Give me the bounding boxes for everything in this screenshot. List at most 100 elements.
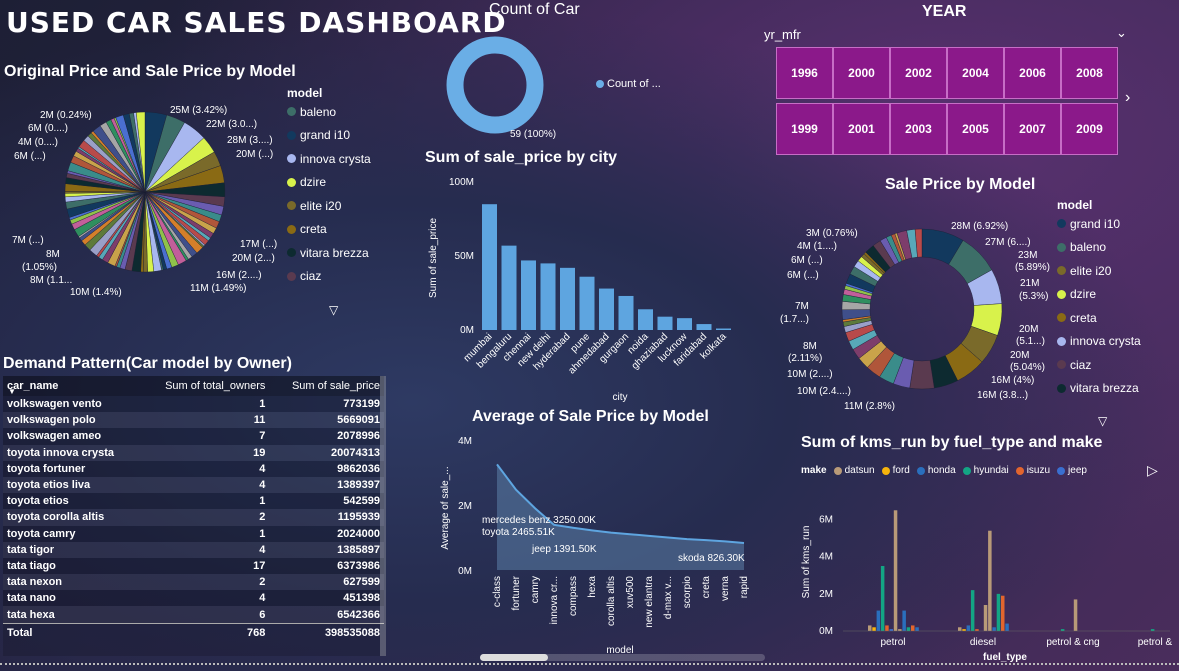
- year-button-2007[interactable]: 2007: [1004, 103, 1061, 155]
- year-button-2003[interactable]: 2003: [890, 103, 947, 155]
- bar[interactable]: [906, 627, 911, 631]
- year-button-2001[interactable]: 2001: [833, 103, 890, 155]
- table-row[interactable]: toyota fortuner 4 9862036: [3, 460, 384, 477]
- legend-item[interactable]: dzire: [287, 171, 371, 195]
- legend-item[interactable]: grand i10: [1057, 212, 1141, 236]
- bar[interactable]: [1001, 595, 1005, 631]
- kms-bar-chart[interactable]: 6M 4M 2M 0M petrol diesel petrol & cng petrol &…: [795, 482, 1175, 667]
- year-button-2009[interactable]: 2009: [1061, 103, 1118, 155]
- year-button-1999[interactable]: 1999: [776, 103, 833, 155]
- bar[interactable]: [618, 295, 634, 330]
- table-row[interactable]: toyota etios liva 4 1389397: [3, 476, 384, 494]
- bar[interactable]: [638, 309, 653, 330]
- scroll-down-icon[interactable]: ▽: [1098, 414, 1107, 428]
- col-header-owners[interactable]: Sum of total_owners: [140, 376, 269, 396]
- year-button-2004[interactable]: 2004: [947, 47, 1004, 99]
- year-button-2002[interactable]: 2002: [890, 47, 947, 99]
- donut-count-chart[interactable]: [440, 30, 550, 140]
- legend-item[interactable]: baleno: [287, 100, 371, 124]
- bar[interactable]: [599, 288, 614, 330]
- scroll-down-icon[interactable]: ▽: [329, 303, 338, 317]
- bar[interactable]: [1073, 599, 1078, 631]
- bar[interactable]: [911, 625, 915, 631]
- legend-item[interactable]: innova crysta: [287, 147, 371, 171]
- legend-item[interactable]: ford: [881, 465, 910, 476]
- table-scrollbar[interactable]: [380, 376, 386, 656]
- bar[interactable]: [958, 627, 962, 631]
- legend-item[interactable]: isuzu: [1015, 465, 1050, 476]
- year-button-2005[interactable]: 2005: [947, 103, 1004, 155]
- table-row[interactable]: toyota etios 1 542599: [3, 493, 384, 510]
- legend-item[interactable]: creta: [1057, 306, 1141, 330]
- bar[interactable]: [902, 610, 906, 631]
- bar[interactable]: [876, 610, 881, 631]
- bar[interactable]: [962, 629, 966, 631]
- bar[interactable]: [988, 530, 992, 631]
- table-row[interactable]: tata tigor 4 1385897: [3, 541, 384, 558]
- bar[interactable]: [983, 605, 988, 631]
- table-row[interactable]: toyota innova crysta 19 20074313: [3, 444, 384, 461]
- pie-orig-chart[interactable]: 2M (0.24%) 6M (0....) 4M (0....) 6M (...) 7M…: [0, 85, 290, 305]
- bar[interactable]: [560, 267, 575, 330]
- bar[interactable]: [579, 276, 595, 330]
- chevron-right-icon[interactable]: ›: [1125, 89, 1130, 107]
- year-slicer[interactable]: 1996 2000 2002 2004 2006 2008 1999 2001 2003 2005…: [776, 47, 1118, 157]
- pie-sale-chart[interactable]: 3M (0.76%) 4M (1....) 6M (...) 6M (...) 7M (1…: [760, 196, 1060, 421]
- bar[interactable]: [992, 627, 996, 631]
- legend-item[interactable]: datsun: [833, 465, 875, 476]
- legend-item[interactable]: dzire: [1057, 283, 1141, 307]
- bar[interactable]: [893, 510, 898, 631]
- table-row[interactable]: tata hexa 6 6542366: [3, 606, 384, 624]
- year-button-2000[interactable]: 2000: [833, 47, 890, 99]
- bar[interactable]: [915, 627, 919, 631]
- play-icon[interactable]: ▷: [1147, 462, 1158, 479]
- bar[interactable]: [966, 625, 971, 631]
- legend-item[interactable]: honda: [916, 465, 956, 476]
- bar[interactable]: [1060, 629, 1065, 631]
- table-row[interactable]: volkswagen polo 11 5669091: [3, 412, 384, 429]
- legend-item[interactable]: jeep: [1057, 465, 1087, 476]
- area-avg-chart[interactable]: 4M 2M 0M c-class fortuner camry innova cr... co…: [430, 428, 770, 658]
- legend-item[interactable]: grand i10: [287, 124, 371, 148]
- bar[interactable]: [1150, 629, 1155, 631]
- table-row[interactable]: volkswagen ameo 7 2078996: [3, 428, 384, 445]
- table-row[interactable]: toyota corolla altis 2 1195939: [3, 509, 384, 526]
- chevron-down-icon[interactable]: ⌄: [1116, 25, 1127, 41]
- col-header-car-name[interactable]: car_name: [3, 376, 140, 396]
- bar[interactable]: [996, 593, 1001, 631]
- year-button-1996[interactable]: 1996: [776, 47, 833, 99]
- legend-item[interactable]: baleno: [1057, 236, 1141, 260]
- year-button-2006[interactable]: 2006: [1004, 47, 1061, 99]
- legend-item[interactable]: ciaz: [287, 265, 371, 289]
- bar[interactable]: [521, 260, 536, 330]
- legend-item[interactable]: ciaz: [1057, 353, 1141, 377]
- bar[interactable]: [970, 590, 975, 631]
- col-header-sale-price[interactable]: Sum of sale_price: [269, 376, 384, 396]
- table-row[interactable]: tata nexon 2 627599: [3, 574, 384, 591]
- bar[interactable]: [657, 316, 673, 330]
- legend-item[interactable]: hyundai: [962, 465, 1009, 476]
- legend-item[interactable]: elite i20: [1057, 259, 1141, 283]
- scrollbar-thumb[interactable]: [480, 654, 548, 661]
- bar[interactable]: [898, 629, 902, 631]
- table-row[interactable]: tata tiago 17 6373986: [3, 557, 384, 575]
- city-bar-chart[interactable]: 100M50M0Mmumbaibengaluruchennainew delhi…: [420, 170, 760, 405]
- legend-item[interactable]: creta: [287, 218, 371, 242]
- demand-table[interactable]: car_name Sum of total_owners Sum of sale…: [3, 376, 386, 656]
- bar[interactable]: [975, 629, 979, 631]
- table-row[interactable]: toyota camry 1 2024000: [3, 525, 384, 542]
- bar[interactable]: [889, 629, 894, 631]
- bar[interactable]: [696, 324, 712, 330]
- table-row[interactable]: volkswagen vento 1 773199: [3, 396, 384, 413]
- bar[interactable]: [482, 204, 497, 330]
- donut-slice[interactable]: [446, 36, 544, 134]
- legend-item[interactable]: elite i20: [287, 194, 371, 218]
- sort-down-icon[interactable]: ▼: [8, 387, 16, 396]
- bar[interactable]: [677, 318, 692, 330]
- table-row[interactable]: tata nano 4 451398: [3, 590, 384, 607]
- year-button-2008[interactable]: 2008: [1061, 47, 1118, 99]
- bar[interactable]: [501, 245, 517, 330]
- bar[interactable]: [885, 625, 889, 631]
- bar[interactable]: [880, 566, 885, 631]
- bar[interactable]: [868, 625, 872, 631]
